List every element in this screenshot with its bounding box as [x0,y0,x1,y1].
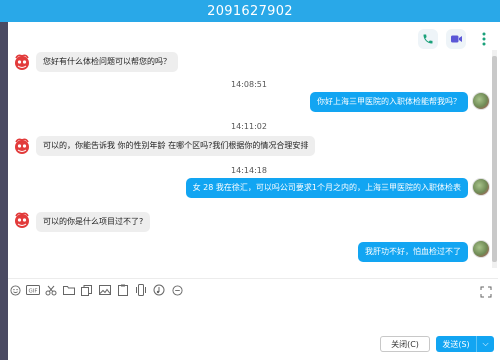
message-bubble-incoming: 您好有什么体检问题可以帮您的吗？ [36,52,178,72]
user-avatar [472,240,490,258]
close-button-label: 关闭(C) [391,339,419,349]
message-bubble-incoming: 可以的你是什么项目过不了? [36,212,151,232]
send-button-label: 发送(S) [442,339,470,349]
left-edge-strip [0,22,8,360]
emoji-icon[interactable] [8,283,22,297]
message-bubble-outgoing: 你好上海三甲医院的入职体检能帮我吗？ [310,92,468,112]
message-timestamp: 14:11:02 [231,122,267,131]
user-avatar [472,178,490,196]
folder-icon[interactable] [62,283,76,297]
message-text: 您好有什么体检问题可以帮您的吗？ [43,57,171,66]
window-title: 2091627902 [207,3,293,19]
expand-icon[interactable] [480,283,494,298]
music-icon[interactable] [152,283,166,297]
clipboard-icon[interactable] [116,283,130,297]
chat-top-toolbar [418,28,494,50]
send-options-dropdown[interactable]: ⌵ [476,336,494,352]
chat-scrollbar[interactable] [492,50,497,268]
agent-avatar [12,52,32,72]
agent-avatar [12,210,32,230]
chevron-down-icon: ⌵ [482,339,489,348]
chat-message-area[interactable]: 您好有什么体检问题可以帮您的吗？ 14:08:51 你好上海三甲医院的入职体检能… [8,50,490,270]
user-avatar [472,92,490,110]
minus-circle-icon[interactable] [170,283,184,297]
image-icon[interactable] [98,283,112,297]
message-text: 我肝功不好，怕血检过不了 [365,247,461,256]
gif-icon[interactable]: GIF [26,283,40,297]
scrollbar-thumb[interactable] [492,56,497,262]
message-text: 你好上海三甲医院的入职体检能帮我吗？ [317,97,461,106]
message-text: 可以的，你能告诉我 你的性别年龄 在哪个区吗?我们根据你的情况合理安排 [43,141,309,150]
svg-text:GIF: GIF [28,288,37,294]
send-button[interactable]: 发送(S) [436,336,476,352]
input-divider [8,278,498,279]
files-icon[interactable] [80,283,94,297]
message-text: 可以的你是什么项目过不了? [43,217,144,226]
phone-shake-icon[interactable] [134,283,148,297]
more-icon[interactable] [474,29,494,49]
message-timestamp: 14:08:51 [231,80,267,89]
agent-avatar [12,136,32,156]
message-bubble-incoming: 可以的，你能告诉我 你的性别年龄 在哪个区吗?我们根据你的情况合理安排 [36,136,316,156]
video-icon[interactable] [446,29,466,49]
scissors-icon[interactable] [44,283,58,297]
window-title-bar: 2091627902 [0,0,500,22]
message-bubble-outgoing: 我肝功不好，怕血检过不了 [358,242,468,262]
input-toolbar: GIF [8,282,184,298]
message-input[interactable] [8,300,498,330]
close-button[interactable]: 关闭(C) [380,336,430,352]
message-text: 女 28 我在徐汇，可以吗公司要求1个月之内的，上海三甲医院的入职体检表 [192,183,461,192]
message-bubble-outgoing: 女 28 我在徐汇，可以吗公司要求1个月之内的，上海三甲医院的入职体检表 [185,178,468,198]
message-timestamp: 14:14:18 [231,166,267,175]
phone-icon[interactable] [418,29,438,49]
